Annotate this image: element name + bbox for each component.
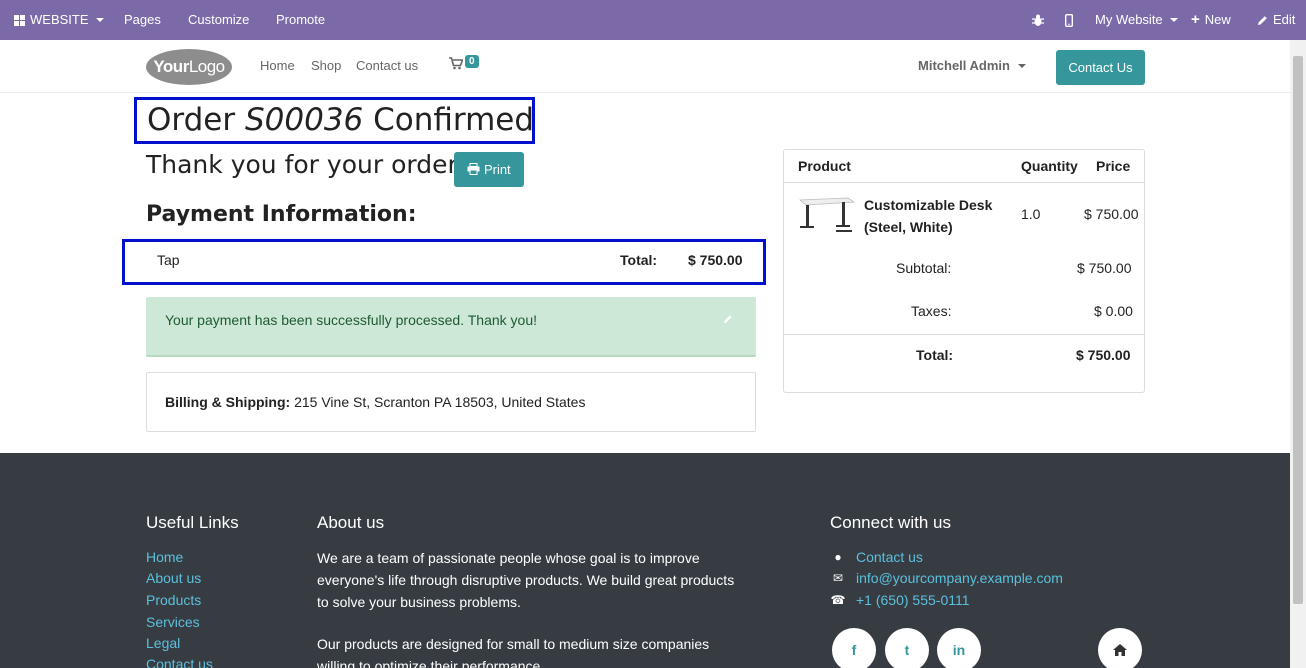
connect-phone-link[interactable]: +1 (650) 555-0111	[856, 592, 970, 608]
site-footer: Useful Links Home About us Products Serv…	[0, 453, 1290, 668]
pencil-icon[interactable]	[723, 314, 733, 324]
connect-email-link[interactable]: info@yourcompany.example.com	[856, 570, 1063, 586]
footer-link-contact[interactable]: Contact us	[146, 656, 213, 668]
caret-down-icon	[1017, 63, 1026, 68]
print-button[interactable]: Print	[454, 152, 524, 187]
home-icon[interactable]	[1098, 628, 1142, 668]
bug-icon	[1032, 14, 1044, 26]
subtotal-label: Subtotal:	[896, 260, 952, 276]
summary-total-label: Total:	[916, 347, 954, 363]
about-text-1: We are a team of passionate people whose…	[317, 550, 735, 610]
subtotal-value: $ 750.00	[1077, 260, 1132, 276]
cart-count-badge: 0	[465, 55, 479, 68]
alert-message: Your payment has been successfully proce…	[165, 312, 537, 328]
taxes-value: $ 0.00	[1094, 303, 1133, 319]
logo-text-bold: Your	[153, 57, 189, 76]
envelope-icon: ✉	[832, 571, 844, 585]
customize-menu[interactable]: Customize	[188, 0, 249, 40]
promote-menu[interactable]: Promote	[276, 0, 325, 40]
cart-button[interactable]	[449, 57, 464, 73]
edit-label: Edit	[1273, 12, 1296, 27]
shopping-cart-icon	[449, 57, 464, 70]
scrollbar-thumb[interactable]	[1293, 56, 1303, 604]
apps-menu[interactable]: WEBSITE	[14, 0, 104, 40]
site-logo[interactable]: YourLogo	[146, 49, 232, 85]
billing-label: Billing & Shipping:	[165, 394, 291, 410]
payment-success-alert: Your payment has been successfully proce…	[146, 297, 756, 357]
page-title: Order S00036 Confirmed	[134, 97, 535, 144]
order-id: S00036	[244, 102, 364, 138]
connect-phone-row[interactable]: ☎ +1 (650) 555-0111	[830, 592, 970, 608]
about-text-2: Our products are designed for small to m…	[317, 636, 710, 668]
phone-icon: ☎	[830, 593, 846, 607]
title-prefix: Order	[147, 102, 236, 138]
footer-link-about[interactable]: About us	[146, 570, 201, 586]
linkedin-icon[interactable]: in	[937, 628, 981, 668]
user-menu[interactable]: Mitchell Admin	[918, 58, 1026, 73]
payment-summary-row: Tap Total: $ 750.00	[122, 239, 766, 285]
billing-shipping-box: Billing & Shipping: 215 Vine St, Scranto…	[146, 372, 756, 432]
connect-heading: Connect with us	[830, 513, 951, 532]
col-header-product: Product	[798, 158, 851, 174]
product-price: $ 750.00	[1084, 206, 1139, 222]
divider	[784, 182, 1144, 183]
facebook-icon[interactable]: f	[832, 628, 876, 668]
site-header: YourLogo Home Shop Contact us 0 Mitchell…	[0, 40, 1290, 93]
product-image-desk	[798, 197, 856, 232]
user-name: Mitchell Admin	[918, 58, 1010, 73]
twitter-icon[interactable]: t	[885, 628, 929, 668]
payment-total-value: $ 750.00	[688, 252, 743, 268]
billing-address: 215 Vine St, Scranton PA 18503, United S…	[294, 394, 586, 410]
footer-link-services[interactable]: Services	[146, 614, 200, 630]
new-button[interactable]: + New	[1191, 0, 1231, 40]
printer-icon	[467, 163, 480, 175]
nav-home[interactable]: Home	[260, 58, 295, 73]
summary-total-value: $ 750.00	[1076, 347, 1131, 363]
col-header-quantity: Quantity	[1021, 158, 1078, 174]
mobile-preview-button[interactable]	[1065, 0, 1073, 40]
nav-contact-us[interactable]: Contact us	[356, 58, 418, 73]
caret-down-icon	[95, 18, 104, 22]
pages-menu[interactable]: Pages	[124, 0, 161, 40]
contact-us-button[interactable]: Contact Us	[1056, 50, 1145, 85]
debug-button[interactable]	[1032, 0, 1044, 40]
divider	[784, 334, 1144, 335]
title-suffix: Confirmed	[373, 102, 535, 138]
nav-shop[interactable]: Shop	[311, 58, 341, 73]
mobile-icon	[1065, 13, 1073, 27]
product-quantity: 1.0	[1021, 206, 1041, 222]
new-label: New	[1204, 12, 1231, 27]
payment-total-label: Total:	[620, 252, 658, 268]
admin-bar: WEBSITE Pages Customize Promote My Websi…	[0, 0, 1306, 40]
order-summary-table: Product Quantity Price Customizable Desk…	[783, 149, 1145, 393]
print-label: Print	[483, 162, 511, 177]
col-header-price: Price	[1096, 158, 1131, 174]
apps-label: WEBSITE	[30, 12, 89, 27]
comment-icon: ●	[834, 550, 842, 564]
useful-links-heading: Useful Links	[146, 513, 239, 532]
caret-down-icon	[1169, 18, 1178, 22]
connect-contact-link[interactable]: Contact us	[856, 549, 923, 565]
about-heading: About us	[317, 513, 385, 532]
thank-you-message: Thank you for your order.	[146, 150, 464, 179]
footer-link-home[interactable]: Home	[146, 549, 183, 565]
page-scrollbar[interactable]	[1290, 40, 1306, 668]
logo-text-light: Logo	[188, 57, 225, 76]
connect-contact-row[interactable]: ● Contact us	[830, 549, 923, 565]
pencil-icon	[1258, 15, 1267, 25]
plus-icon: +	[1191, 11, 1200, 28]
apps-grid-icon	[14, 14, 25, 26]
taxes-label: Taxes:	[911, 303, 952, 319]
edit-button[interactable]: Edit	[1257, 0, 1295, 40]
product-name: Customizable Desk (Steel, White)	[864, 197, 993, 235]
footer-link-products[interactable]: Products	[146, 592, 201, 608]
connect-email-row[interactable]: ✉ info@yourcompany.example.com	[830, 570, 1063, 586]
footer-link-legal[interactable]: Legal	[146, 635, 180, 651]
my-website-label: My Website	[1095, 12, 1163, 27]
payment-info-heading: Payment Information:	[146, 202, 417, 227]
payment-method: Tap	[157, 252, 180, 268]
my-website-menu[interactable]: My Website	[1095, 0, 1178, 40]
